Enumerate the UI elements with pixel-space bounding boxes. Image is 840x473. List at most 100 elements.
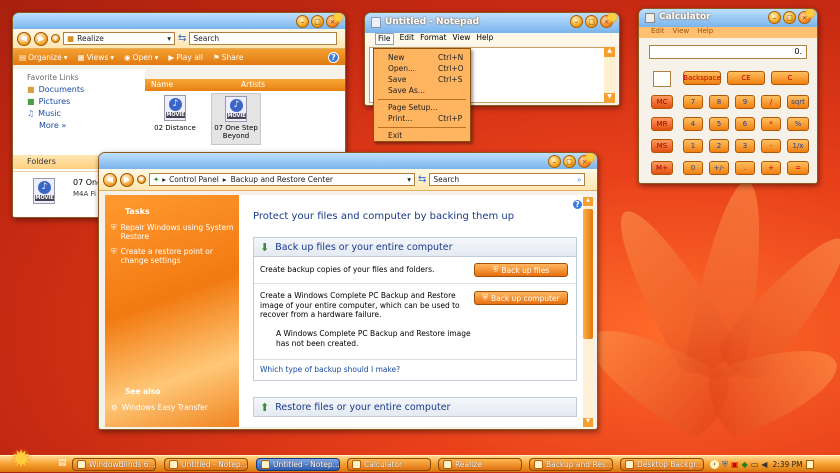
clear-entry-button[interactable]: CE [727,71,765,85]
tray-shield-icon[interactable]: ⛨ [722,460,728,470]
divide-button[interactable]: / [761,95,781,109]
share-button[interactable]: ⚑ Share [213,53,243,62]
link-windows-easy-transfer[interactable]: ⚙ Windows Easy Transfer [111,403,208,412]
negate-button[interactable]: +/- [709,161,729,175]
explorer-titlebar[interactable]: – □ × [13,13,345,29]
maximize-icon[interactable]: □ [563,155,576,168]
menu-item-save[interactable]: Save Ctrl+S [388,75,468,84]
digit-6-button[interactable]: 6 [735,117,755,131]
address-bar[interactable]: ✦ ▸ Control Panel ▸ Backup and Restore C… [149,173,415,186]
favorite-link-pictures[interactable]: ■ Pictures [13,94,145,106]
organize-button[interactable]: ▤ Organize ▾ [19,53,67,62]
menu-item-page-setup[interactable]: Page Setup... [388,103,468,112]
scroll-up-arrow[interactable]: ▲ [604,47,615,57]
memory-add-button[interactable]: M+ [651,161,673,175]
search-input[interactable]: Search ⌕ [429,173,586,186]
tray-network-icon[interactable]: ▣ [731,460,739,469]
digit-4-button[interactable]: 4 [683,117,703,131]
taskbar-button-notepad-1[interactable]: Untitled - Notep... [164,458,248,471]
chevron-down-icon[interactable]: ▾ [167,34,171,43]
tray-volume-icon[interactable]: ◀ [761,460,767,469]
maximize-icon[interactable]: □ [311,15,324,28]
scrollbar[interactable]: ▲ ▼ [583,197,593,427]
digit-8-button[interactable]: 8 [709,95,729,109]
backup-titlebar[interactable]: – □ × [99,153,597,169]
refresh-icon[interactable]: ⇆ [178,33,186,44]
menu-item-save-as[interactable]: Save As... [388,86,468,95]
percent-button[interactable]: % [787,117,809,131]
menu-edit[interactable]: Edit [400,33,415,45]
taskbar-button-realize[interactable]: Realize [438,458,522,471]
scroll-up-arrow[interactable]: ▲ [583,197,593,206]
back-icon[interactable]: ◀ [103,172,117,187]
breadcrumb-control-panel[interactable]: Control Panel [169,175,219,184]
help-icon[interactable]: ? [328,51,339,63]
forward-icon[interactable]: ▶ [34,31,48,46]
add-button[interactable]: + [761,161,781,175]
minimize-icon[interactable]: – [570,15,583,28]
digit-9-button[interactable]: 9 [735,95,755,109]
quick-launch-icon[interactable]: ▤ [58,458,67,468]
scrollbar[interactable]: ▲ ▼ [604,47,615,103]
column-name[interactable]: Name [151,80,173,89]
start-button[interactable]: ✹ [0,446,40,472]
multiply-button[interactable]: * [761,117,781,131]
taskbar-button-backup[interactable]: Backup and Res... [529,458,613,471]
sqrt-button[interactable]: sqrt [787,95,809,109]
which-backup-link[interactable]: Which type of backup should I make? [260,365,400,374]
search-input[interactable]: Search [189,32,338,45]
memory-recall-button[interactable]: MR [651,117,673,131]
refresh-icon[interactable]: ⇆ [418,174,426,185]
chevron-down-icon[interactable]: ▾ [407,175,411,184]
taskbar-button-notepad-2[interactable]: Untitled - Notep... [256,458,340,471]
more-link[interactable]: More » [13,118,145,130]
backspace-button[interactable]: Backspace [683,71,721,85]
menu-format[interactable]: Format [420,33,446,45]
digit-3-button[interactable]: 3 [735,139,755,153]
menu-item-exit[interactable]: Exit [388,131,468,140]
minimize-icon[interactable]: – [296,15,309,28]
digit-0-button[interactable]: 0 [683,161,703,175]
calculator-titlebar[interactable]: Calculator – □ × [639,9,817,27]
address-bar[interactable]: ■ Realize ▾ [63,32,175,45]
minimize-icon[interactable]: – [548,155,561,168]
menu-item-print[interactable]: Print... Ctrl+P [388,114,468,123]
memory-clear-button[interactable]: MC [651,95,673,109]
forward-icon[interactable]: ▶ [120,172,134,187]
help-icon[interactable]: ? [572,199,583,210]
clear-button[interactable]: C [771,71,809,85]
menu-help[interactable]: Help [476,33,493,45]
notepad-titlebar[interactable]: Untitled - Notepad – □ × [365,13,619,33]
favorite-link-music[interactable]: ♫ Music [13,106,145,118]
menu-item-new[interactable]: New Ctrl+N [388,53,468,62]
scroll-down-arrow[interactable]: ▼ [604,93,615,103]
menu-file[interactable]: File [375,33,394,45]
menu-view[interactable]: View [453,33,471,45]
taskbar-button-calculator[interactable]: Calculator [347,458,431,471]
breadcrumb-separator-icon[interactable]: ▸ [223,175,227,184]
menu-edit[interactable]: Edit [651,27,665,38]
show-desktop-icon[interactable] [805,460,814,469]
task-repair-windows[interactable]: ⛨ Repair Windows using System Restore [111,223,235,241]
subtract-button[interactable]: - [761,139,781,153]
maximize-icon[interactable]: □ [585,15,598,28]
equals-button[interactable]: = [787,161,809,175]
breadcrumb-separator-icon[interactable]: ▸ [162,175,166,184]
back-icon[interactable]: ◀ [17,31,31,46]
digit-7-button[interactable]: 7 [683,95,703,109]
taskbar-button-desktop-background[interactable]: Desktop Backgr... [620,458,704,471]
digit-2-button[interactable]: 2 [709,139,729,153]
breadcrumb-backup-restore[interactable]: Backup and Restore Center [231,175,333,184]
taskbar-button-windowblinds[interactable]: WindowBlinds 6... [72,458,156,471]
digit-5-button[interactable]: 5 [709,117,729,131]
clock[interactable]: 2:39 PM [772,460,802,469]
memory-store-button[interactable]: MS [651,139,673,153]
recent-pages-icon[interactable]: ▼ [137,175,146,184]
tray-app-icon[interactable]: ◆ [742,460,748,469]
open-button[interactable]: ◉ Open ▾ [124,53,158,62]
tray-expand-icon[interactable]: ‹ [710,460,719,469]
menu-view[interactable]: View [673,27,690,38]
menu-help[interactable]: Help [697,27,713,38]
digit-1-button[interactable]: 1 [683,139,703,153]
recent-pages-icon[interactable]: ▼ [51,34,60,43]
